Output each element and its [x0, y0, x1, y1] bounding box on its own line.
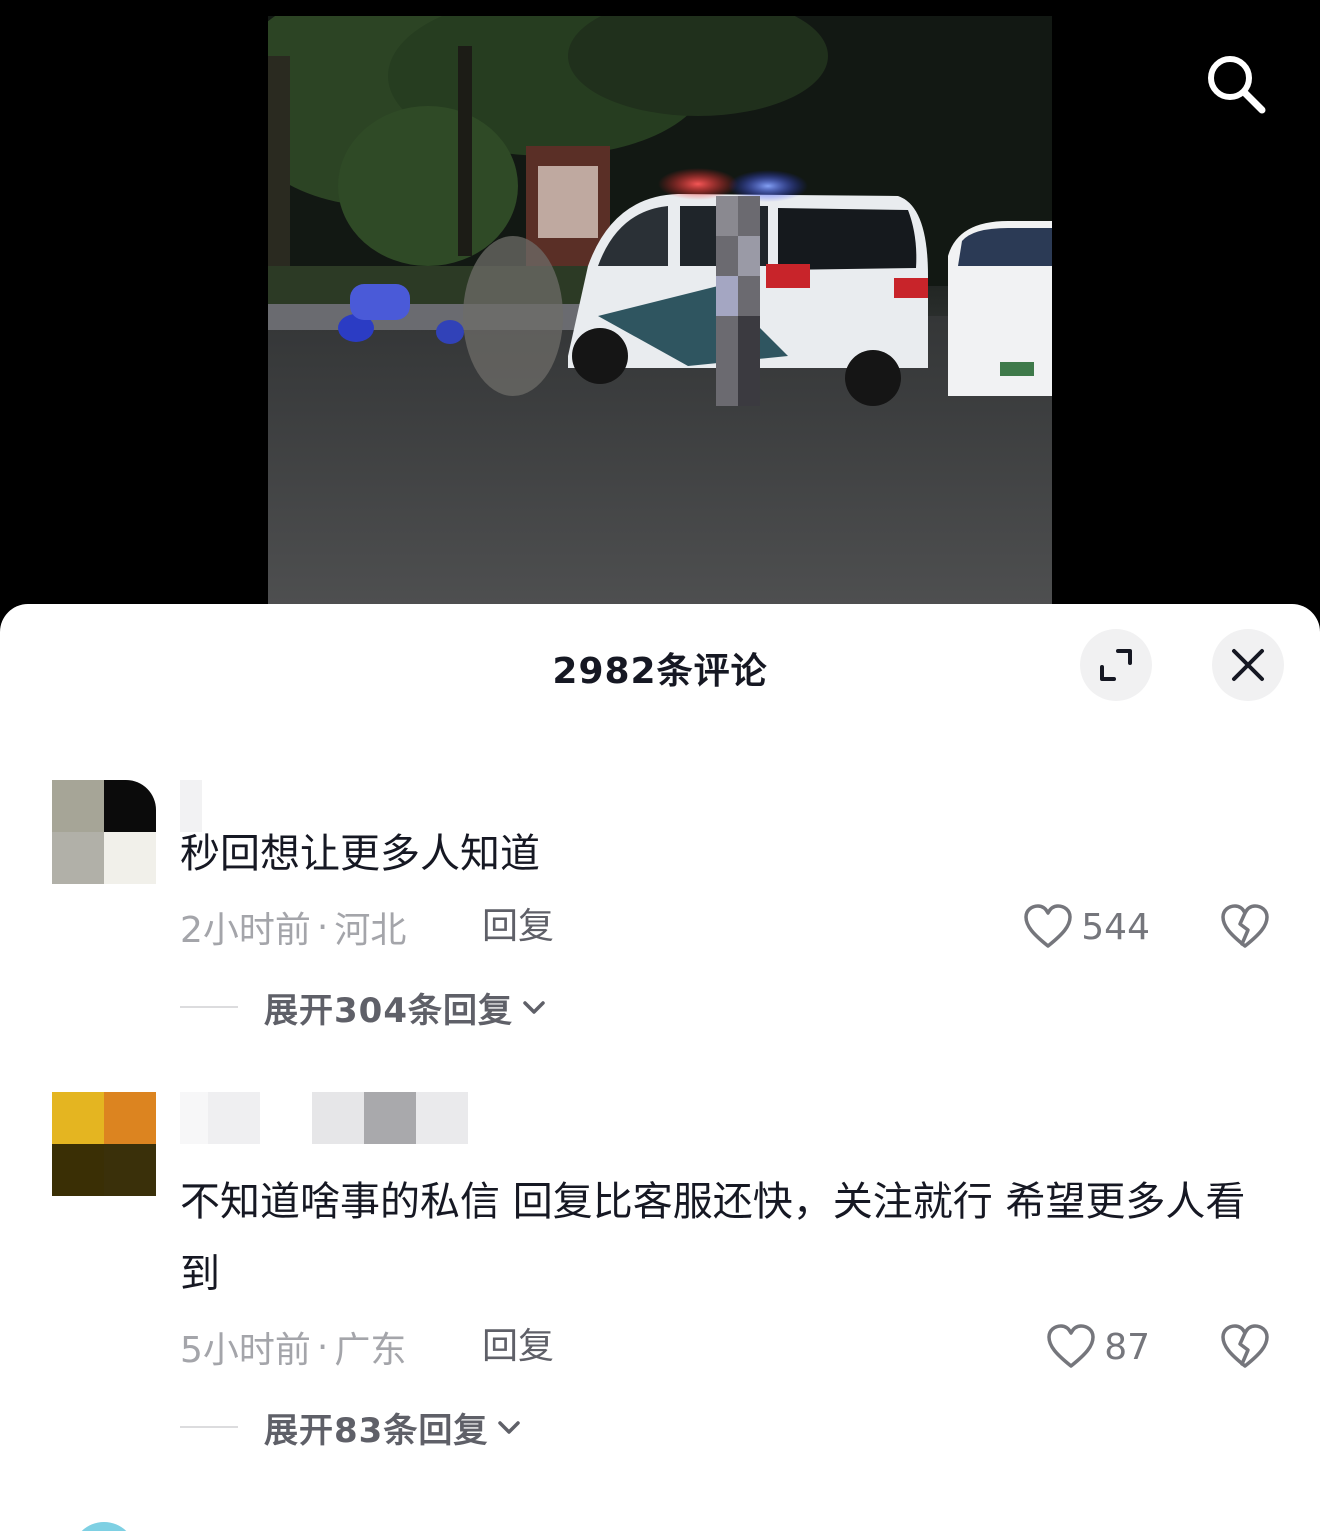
- avatar-pixel: [52, 780, 104, 832]
- avatar-pixel: [52, 1144, 104, 1196]
- comment-text: 秒回想让更多人知道: [180, 831, 540, 877]
- avatar[interactable]: [52, 780, 156, 884]
- expand-divider: [180, 1426, 238, 1428]
- reply-button[interactable]: 回复: [482, 1322, 554, 1372]
- avatar-pixel: [52, 1092, 104, 1144]
- like-button[interactable]: 87: [1046, 1322, 1150, 1372]
- expand-divider: [180, 1006, 238, 1008]
- heart-icon: [1047, 1324, 1095, 1368]
- dislike-button[interactable]: [1220, 1322, 1270, 1372]
- expand-replies-button[interactable]: 展开83条回复: [180, 1402, 522, 1452]
- avatar-pixel: [52, 832, 104, 884]
- expand-replies-label: 展开304条回复: [264, 990, 513, 1031]
- comment-sheet: 2982条评论 秒回想让更多人知道 2小时前 · 河北 回复 544 展开304…: [0, 604, 1320, 1531]
- comment-meta: 5小时前 · 广东: [180, 1322, 406, 1372]
- comment-time: 5小时前: [180, 1330, 311, 1371]
- close-button[interactable]: [1212, 629, 1284, 701]
- like-button[interactable]: 544: [1023, 902, 1150, 952]
- meta-separator: ·: [316, 906, 329, 948]
- heart-icon: [1024, 904, 1073, 948]
- comment-time: 2小时前: [180, 910, 311, 951]
- expand-replies-button[interactable]: 展开304条回复: [180, 982, 547, 1032]
- expand-icon: [1100, 649, 1132, 681]
- like-count: 87: [1104, 1326, 1150, 1368]
- meta-separator: ·: [316, 1326, 329, 1368]
- dislike-button[interactable]: [1220, 902, 1270, 952]
- avatar[interactable]: [72, 1522, 136, 1531]
- comment-meta: 2小时前 · 河北: [180, 902, 406, 952]
- avatar-pixel: [104, 1092, 156, 1144]
- chevron-down-icon: [498, 1421, 521, 1434]
- search-button[interactable]: [1196, 44, 1276, 124]
- video-frame[interactable]: [268, 16, 1052, 606]
- avatar-pixel: [104, 1144, 156, 1196]
- comment-text: 不知道啥事的私信 回复比客服还快，关注就行 希望更多人看到: [180, 1179, 1246, 1297]
- comment-location: 广东: [334, 1330, 407, 1371]
- reply-button[interactable]: 回复: [482, 902, 554, 952]
- avatar-pixel: [104, 780, 156, 832]
- expand-replies-label: 展开83条回复: [264, 1410, 489, 1451]
- search-icon: [1208, 56, 1266, 114]
- close-icon: [1232, 649, 1264, 681]
- broken-heart-icon: [1221, 1324, 1269, 1368]
- night-street-scene: [268, 16, 1052, 606]
- video-player[interactable]: [0, 0, 1320, 640]
- chevron-down-icon: [523, 1001, 545, 1014]
- avatar-pixel: [104, 832, 156, 884]
- broken-heart-icon: [1221, 904, 1269, 948]
- expand-sheet-button[interactable]: [1080, 629, 1152, 701]
- comment-location: 河北: [334, 910, 407, 951]
- username-redacted[interactable]: [180, 1092, 468, 1144]
- like-count: 544: [1081, 906, 1150, 948]
- avatar[interactable]: [52, 1092, 156, 1196]
